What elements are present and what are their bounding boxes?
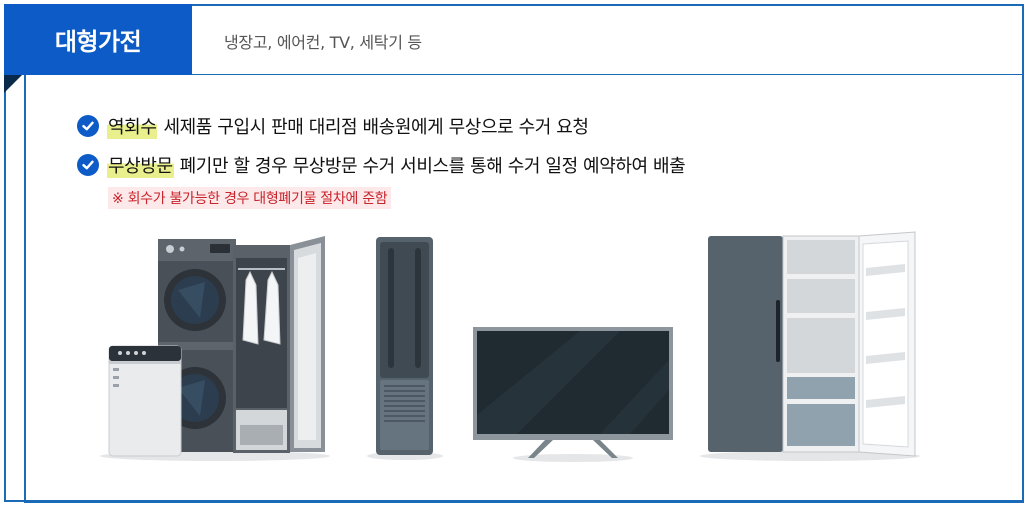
item-text: 세제품 구입시 판매 대리점 배송원에게 무상으로 수거 요청 <box>163 117 589 138</box>
item-tag: 무상방문 <box>107 152 174 178</box>
item-text: 폐기만 할 경우 무상방문 수거 서비스를 통해 수거 일정 예약하여 배출 <box>179 156 686 177</box>
category-examples: 냉장고, 에어컨, TV, 세탁기 등 <box>224 33 422 52</box>
list-item-visit: 무상방문 폐기만 할 경우 무상방문 수거 서비스를 통해 수거 일정 예약하여… <box>77 152 686 178</box>
notice-text: ※ 회수가 불가능한 경우 대형폐기물 절차에 준함 <box>108 187 392 209</box>
content-box <box>24 75 1024 503</box>
tab-fold-decoration <box>4 75 22 93</box>
check-icon <box>77 154 99 176</box>
category-header: 대형가전 냉장고, 에어컨, TV, 세탁기 등 <box>4 4 1024 75</box>
list-item-return: 역회수 세제품 구입시 판매 대리점 배송원에게 무상으로 수거 요청 <box>77 113 589 139</box>
category-tab: 대형가전 <box>4 4 192 75</box>
item-tag: 역회수 <box>107 113 158 139</box>
check-icon <box>77 115 99 137</box>
